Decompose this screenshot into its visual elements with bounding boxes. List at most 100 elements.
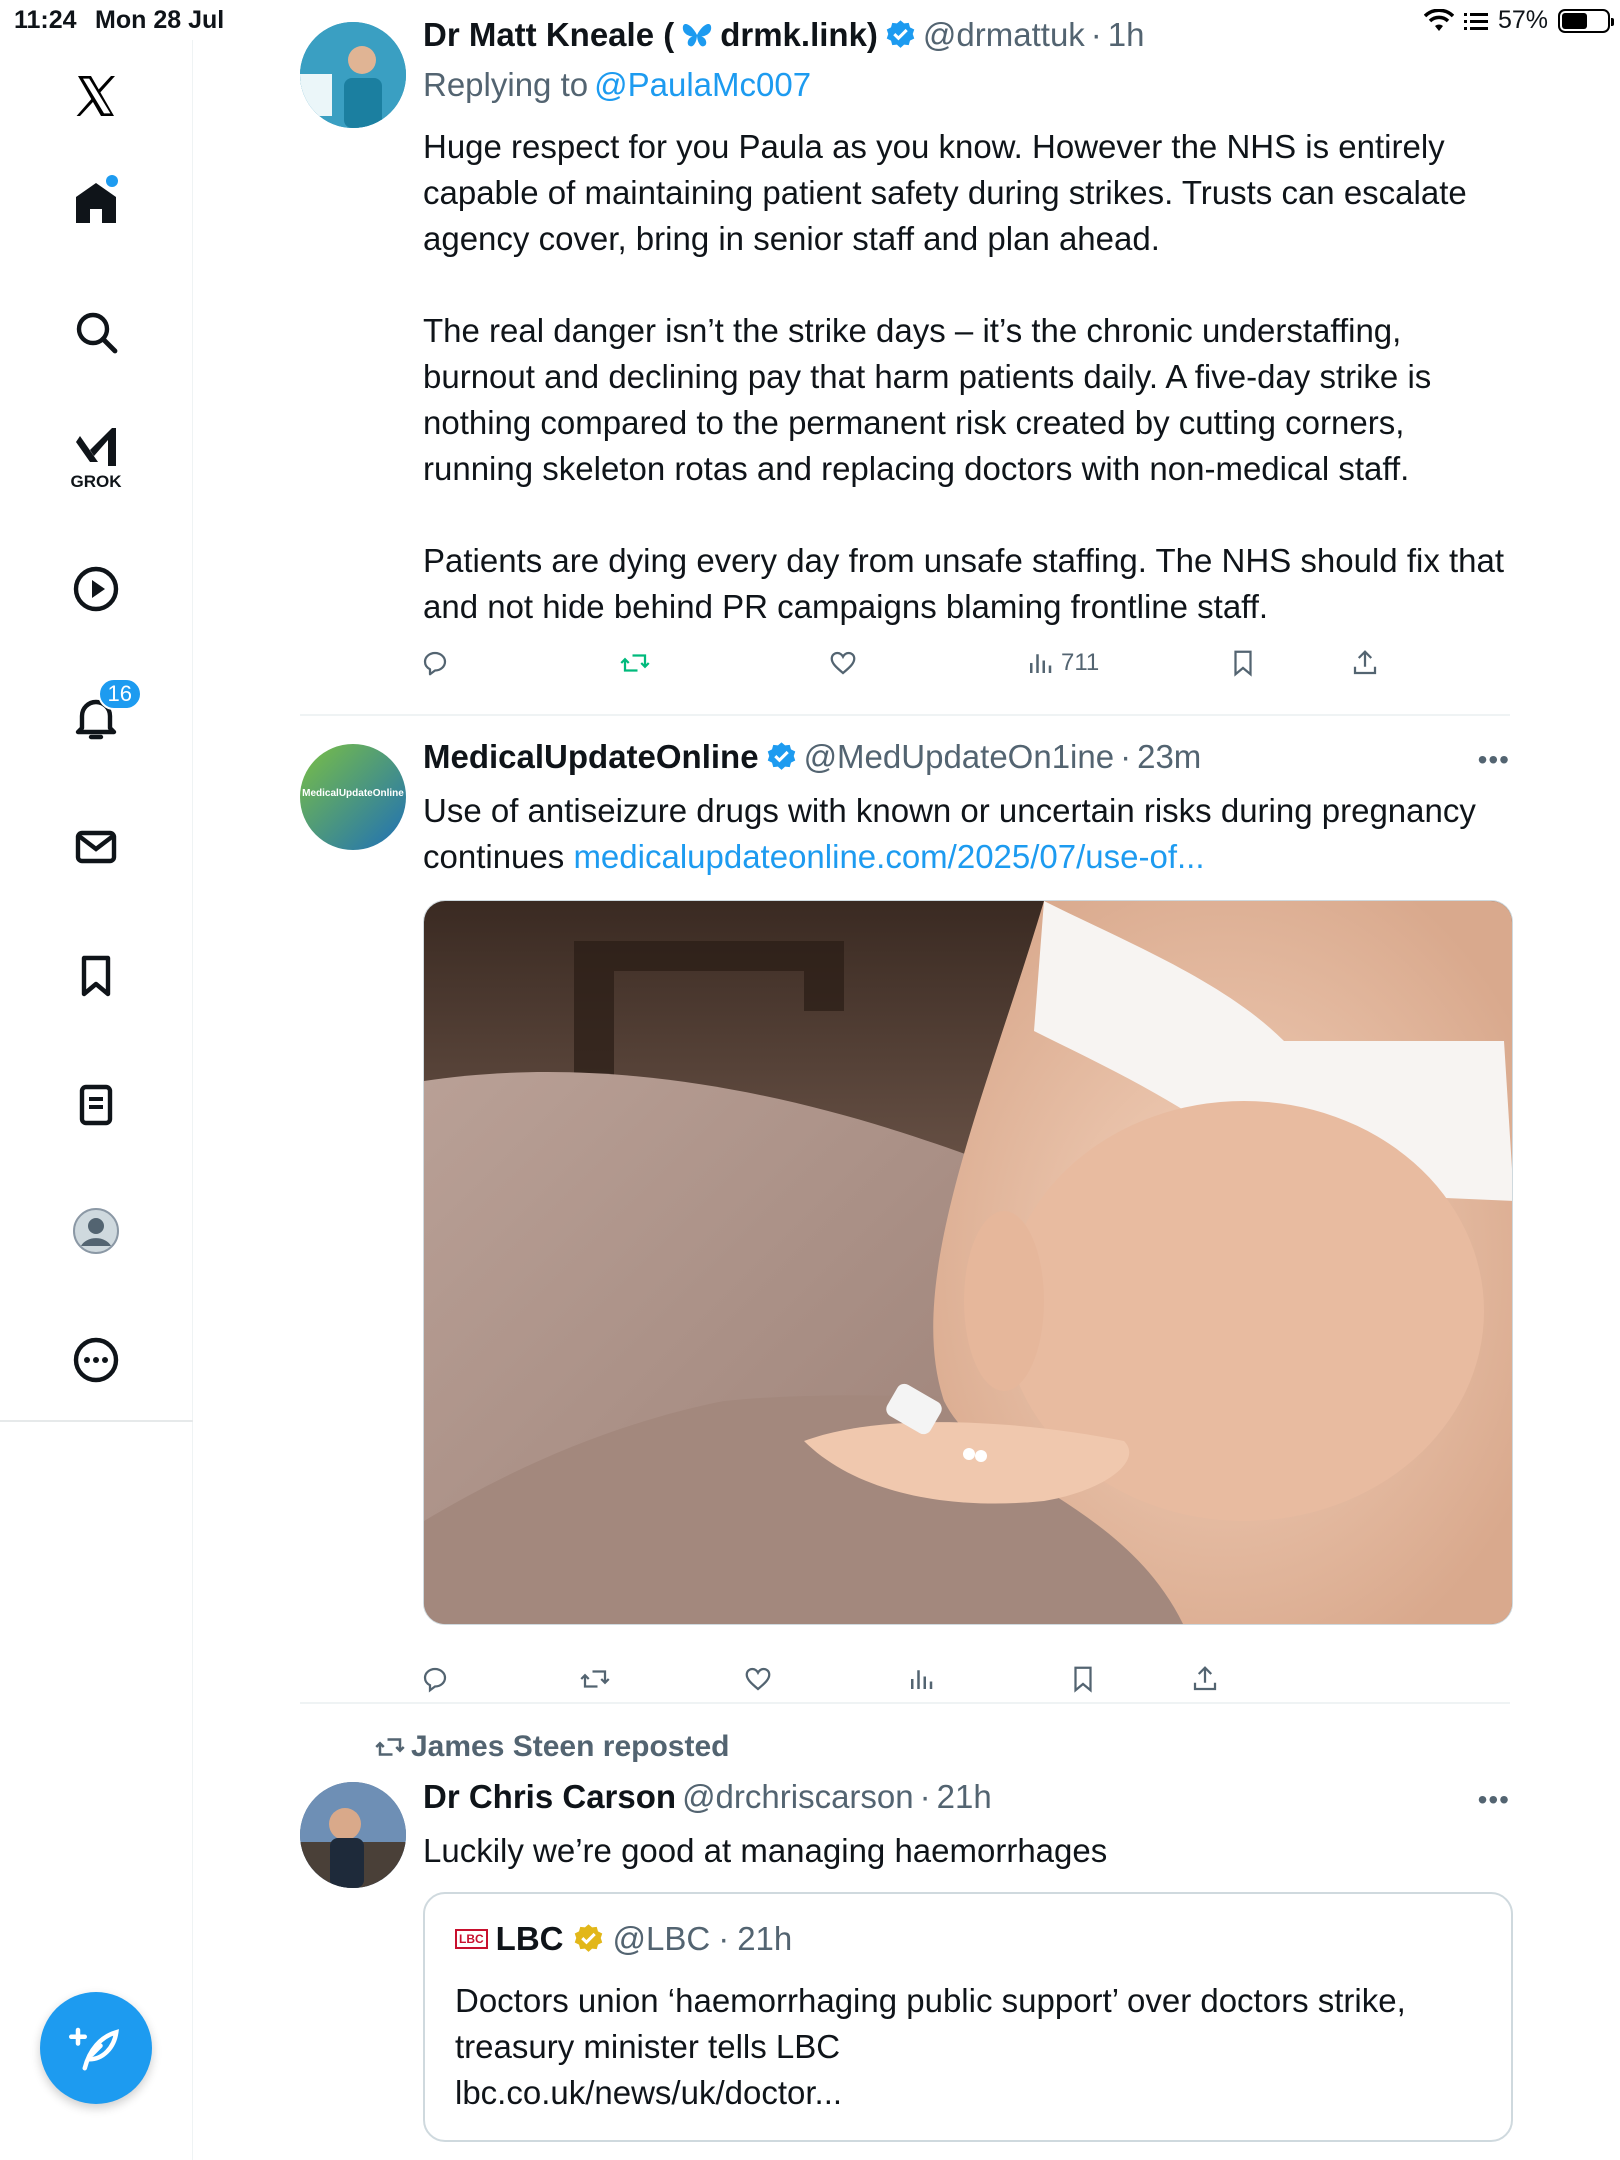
quote-link[interactable]: lbc.co.uk/news/uk/doctor... [455, 2070, 1495, 2116]
sidebar-item-profile[interactable] [60, 1195, 132, 1267]
repost-icon [375, 1738, 405, 1756]
avatar[interactable] [300, 22, 406, 128]
handle[interactable]: @drmattuk [923, 16, 1085, 54]
tweet-medupdate[interactable]: MedicalUpdateOnline MedicalUpdateOnline … [300, 716, 1513, 1716]
reply-button[interactable] [420, 648, 450, 678]
tweet-image[interactable] [423, 900, 1513, 1625]
tweet-actions [420, 1664, 1420, 1704]
like-button[interactable] [828, 648, 858, 678]
bookmark-button[interactable] [1228, 648, 1258, 678]
avatar[interactable]: MedicalUpdateOnline [300, 744, 406, 850]
views-count: 711 [1061, 649, 1100, 676]
tweet-paragraph: The real danger isn’t the strike days – … [423, 312, 1432, 487]
more-options-icon[interactable]: ••• [1478, 1784, 1510, 1816]
reply-icon [423, 651, 447, 676]
tweet-link[interactable]: medicalupdateonline.com/2025/07/use-of..… [573, 838, 1204, 875]
tweet-drmattuk[interactable]: Dr Matt Kneale ( drmk.link) @drmattuk · … [300, 0, 1510, 700]
quote-display-name[interactable]: LBC [496, 1920, 564, 1958]
dot-separator: · [1090, 16, 1102, 53]
bookmark-button[interactable] [1068, 1664, 1098, 1694]
reply-button[interactable] [420, 1664, 450, 1694]
gold-verified-badge-icon [574, 1923, 602, 1952]
sidebar-item-notifications[interactable]: 16 [60, 678, 142, 754]
sidebar-item-more[interactable] [60, 1324, 132, 1396]
sidebar-item-explore[interactable] [60, 296, 132, 368]
timestamp[interactable]: 21h [937, 1778, 992, 1816]
sidebar-item-video[interactable] [60, 553, 132, 625]
notifications-badge: 16 [97, 678, 142, 710]
share-button[interactable] [1190, 1664, 1220, 1694]
display-name[interactable]: Dr Chris Carson [423, 1778, 676, 1816]
repost-context: James Steen reposted [375, 1730, 729, 1764]
quoted-tweet[interactable]: LBC LBC @LBC · 21h Doctors union ‘haemor… [423, 1892, 1513, 2142]
views-icon [1030, 654, 1052, 673]
lbc-logo-icon: LBC [455, 1929, 488, 1949]
dot-separator: · [1120, 738, 1132, 775]
replying-prefix: Replying to [423, 66, 589, 103]
avatar[interactable] [300, 1782, 406, 1888]
sidebar-divider [0, 1420, 193, 1422]
home-unread-dot [106, 175, 118, 187]
share-button[interactable] [1350, 648, 1380, 678]
sidebar-item-messages[interactable] [60, 811, 132, 883]
repost-icon [620, 654, 650, 672]
sidebar-item-bookmarks[interactable] [60, 940, 132, 1012]
handle[interactable]: @MedUpdateOn1ine [804, 738, 1115, 776]
share-icon [1353, 650, 1377, 675]
handle[interactable]: @drchriscarson [682, 1778, 914, 1816]
search-icon [76, 312, 118, 354]
compose-button[interactable] [40, 1992, 152, 2104]
play-icon [73, 566, 119, 612]
timestamp[interactable]: 23m [1137, 738, 1201, 776]
reply-icon [423, 1667, 447, 1693]
repost-button[interactable] [620, 648, 650, 678]
repost-icon [580, 1670, 610, 1688]
heart-icon [745, 1667, 771, 1691]
share-icon [1193, 1666, 1217, 1691]
sidebar-item-home[interactable] [60, 167, 132, 239]
tweet-header: MedicalUpdateOnline @MedUpdateOn1ine · 2… [423, 738, 1201, 776]
sidebar-item-lists[interactable] [60, 1069, 132, 1141]
list-icon [79, 1084, 113, 1126]
pregnancy-photo [424, 901, 1512, 1624]
tweet-header: Dr Matt Kneale ( drmk.link) @drmattuk · … [423, 16, 1145, 54]
like-button[interactable] [743, 1664, 773, 1694]
bookmark-icon [81, 955, 111, 997]
display-name[interactable]: MedicalUpdateOnline [423, 738, 759, 776]
quote-timestamp: 21h [737, 1920, 793, 1957]
grok-label: GROK [70, 472, 122, 491]
dot-separator: · [718, 1920, 730, 1957]
quote-text: Doctors union ‘haemorrhaging public supp… [455, 1978, 1495, 2116]
avatar-logo-text: MedicalUpdateOnline [302, 788, 404, 799]
bookmark-icon [1074, 1666, 1092, 1693]
tweet-paragraph: Huge respect for you Paula as you know. … [423, 128, 1467, 257]
verified-badge-icon [767, 741, 795, 770]
bookmark-icon [1234, 650, 1252, 677]
butterfly-icon [683, 24, 712, 47]
replying-line: Replying to @PaulaMc007 [423, 66, 811, 104]
tweet-text: Huge respect for you Paula as you know. … [423, 124, 1513, 630]
replying-to-link[interactable]: @PaulaMc007 [594, 66, 811, 104]
more-icon [73, 1337, 119, 1383]
repost-by-text[interactable]: James Steen reposted [411, 1730, 729, 1764]
timeline: Dr Matt Kneale ( drmk.link) @drmattuk · … [193, 0, 1620, 2160]
views-icon [911, 1670, 933, 1689]
quote-handle[interactable]: @LBC [613, 1920, 711, 1958]
tweet-drchriscarson[interactable]: James Steen reposted Dr Chris Carson @dr… [300, 1704, 1513, 2160]
grok-icon [76, 428, 116, 466]
tweet-paragraph: Patients are dying every day from unsafe… [423, 542, 1505, 625]
views-button[interactable]: 711 [1025, 648, 1099, 678]
display-name[interactable]: Dr Matt Kneale ( [423, 16, 674, 54]
timestamp[interactable]: 1h [1108, 16, 1145, 54]
x-logo-icon[interactable] [60, 60, 132, 132]
views-button[interactable] [906, 1664, 936, 1694]
mail-icon [75, 830, 117, 864]
sidebar-item-grok[interactable]: GROK [60, 420, 132, 492]
repost-button[interactable] [580, 1664, 610, 1694]
display-name-suffix[interactable]: drmk.link) [720, 16, 878, 54]
verified-badge-icon [886, 19, 915, 48]
dot-separator: · [919, 1778, 931, 1815]
tweet-text: Luckily we’re good at managing haemorrha… [423, 1832, 1108, 1869]
more-options-icon[interactable]: ••• [1478, 744, 1510, 776]
compose-icon [69, 2027, 119, 2071]
